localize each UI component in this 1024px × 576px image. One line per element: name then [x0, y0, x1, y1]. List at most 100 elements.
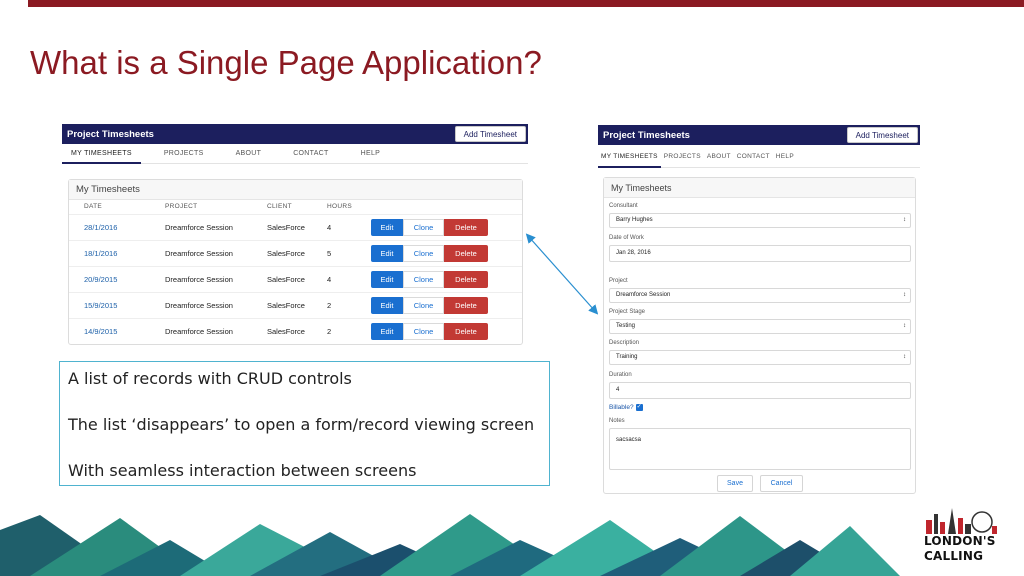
edit-button[interactable]: Edit — [371, 296, 403, 314]
consultant-label: Consultant — [609, 203, 638, 209]
duration-value: 4 — [616, 387, 620, 393]
edit-button[interactable]: Edit — [371, 270, 403, 288]
clone-button[interactable]: Clone — [403, 270, 444, 288]
row-actions: Edit Clone Delete — [356, 213, 522, 240]
row-hours: 5 — [312, 239, 356, 266]
form-card-title: My Timesheets — [604, 178, 915, 198]
description-value: Training — [616, 354, 638, 360]
logo-line-2: CALLING — [924, 549, 984, 563]
select-caret-icon: ↕ — [903, 217, 906, 223]
row-client: SalesForce — [252, 317, 312, 344]
logo-text: LONDON'S CALLING — [924, 534, 1000, 564]
column-header-hours: HOURS — [327, 203, 352, 211]
row-date[interactable]: 20/9/2015 — [69, 265, 150, 292]
row-actions: Edit Clone Delete — [356, 239, 522, 266]
tab-contact[interactable]: CONTACT — [270, 144, 337, 164]
delete-button[interactable]: Delete — [444, 270, 488, 288]
form-app-header: Project Timesheets Add Timesheet — [598, 125, 920, 145]
row-hours: 4 — [312, 265, 356, 292]
list-app-header: Project Timesheets Add Timesheet — [62, 124, 528, 144]
column-header-actions — [356, 200, 522, 214]
row-project: Dreamforce Session — [150, 239, 252, 266]
note-line-2: The list ‘disappears’ to open a form/rec… — [68, 415, 535, 434]
form-tab-help[interactable]: HELP — [773, 145, 797, 168]
delete-button[interactable]: Delete — [444, 322, 488, 340]
row-date[interactable]: 14/9/2015 — [69, 317, 150, 344]
form-app-nav: MY TIMESHEETS PROJECTS ABOUT CONTACT HEL… — [598, 145, 920, 168]
row-actions: Edit Clone Delete — [356, 291, 522, 318]
billable-checkbox-row[interactable]: Billable? ✓ — [609, 404, 643, 411]
project-value: Dreamforce Session — [616, 292, 671, 298]
row-actions: Edit Clone Delete — [356, 265, 522, 292]
date-of-work-field[interactable]: Jan 28, 2016 — [609, 245, 911, 262]
form-tab-contact[interactable]: CONTACT — [734, 145, 773, 168]
delete-button[interactable]: Delete — [444, 218, 488, 236]
edit-button[interactable]: Edit — [371, 322, 403, 340]
clone-button[interactable]: Clone — [403, 296, 444, 314]
list-app-title: Project Timesheets — [67, 128, 154, 140]
row-date[interactable]: 15/9/2015 — [69, 291, 150, 318]
delete-button[interactable]: Delete — [444, 244, 488, 262]
project-stage-select[interactable]: Testing ↕ — [609, 319, 911, 334]
select-caret-icon: ↕ — [903, 323, 906, 329]
checkmark-icon[interactable]: ✓ — [635, 404, 643, 411]
duration-field[interactable]: 4 — [609, 382, 911, 399]
row-date[interactable]: 28/1/2016 — [69, 213, 150, 240]
form-app: Project Timesheets Add Timesheet MY TIME… — [598, 125, 920, 495]
row-client: SalesForce — [252, 265, 312, 292]
table-row: 20/9/2015 Dreamforce Session SalesForce 4 Ed… — [69, 265, 522, 292]
row-hours: 2 — [312, 291, 356, 318]
clone-button[interactable]: Clone — [403, 322, 444, 340]
row-client: SalesForce — [252, 213, 312, 240]
project-stage-label: Project Stage — [609, 309, 646, 315]
column-header-project: PROJECT — [165, 203, 198, 211]
edit-button[interactable]: Edit — [371, 218, 403, 236]
project-select[interactable]: Dreamforce Session ↕ — [609, 288, 911, 303]
row-client: SalesForce — [252, 291, 312, 318]
table-header-row: DATE PROJECT CLIENT HOURS — [69, 200, 522, 214]
add-timesheet-button[interactable]: Add Timesheet — [454, 126, 526, 142]
save-button[interactable]: Save — [717, 475, 753, 492]
consultant-select[interactable]: Barry Hughes ↕ — [609, 213, 911, 228]
row-date[interactable]: 18/1/2016 — [69, 239, 150, 266]
logo-line-1: LONDON'S — [924, 534, 996, 548]
column-header-date: DATE — [84, 203, 103, 211]
clone-button[interactable]: Clone — [403, 244, 444, 262]
form-add-timesheet-button[interactable]: Add Timesheet — [846, 127, 918, 143]
select-caret-icon: ↕ — [903, 354, 906, 360]
description-select[interactable]: Training ↕ — [609, 350, 911, 365]
row-project: Dreamforce Session — [150, 265, 252, 292]
tab-about[interactable]: ABOUT — [213, 144, 271, 164]
notes-textarea[interactable]: sacsacsa — [609, 428, 911, 470]
project-stage-value: Testing — [616, 323, 636, 329]
list-app-nav: MY TIMESHEETS PROJECTS ABOUT CONTACT HEL… — [62, 144, 528, 164]
project-label: Project — [609, 278, 628, 284]
description-label: Description — [609, 340, 640, 346]
consultant-value: Barry Hughes — [616, 217, 653, 223]
tab-my-timesheets[interactable]: MY TIMESHEETS — [62, 144, 141, 164]
cancel-button[interactable]: Cancel — [760, 475, 803, 492]
top-accent-bar — [28, 0, 1024, 7]
table-row: 18/1/2016 Dreamforce Session SalesForce 5 Ed… — [69, 239, 522, 266]
row-client: SalesForce — [252, 239, 312, 266]
notes-box: A list of records with CRUD controls The… — [59, 361, 550, 486]
row-project: Dreamforce Session — [150, 291, 252, 318]
notes-label: Notes — [609, 418, 625, 424]
duration-label: Duration — [609, 372, 632, 378]
form-tab-projects[interactable]: PROJECTS — [661, 145, 704, 168]
date-of-work-value: Jan 28, 2016 — [616, 250, 651, 256]
clone-button[interactable]: Clone — [403, 218, 444, 236]
row-hours: 2 — [312, 317, 356, 344]
form-tab-my-timesheets[interactable]: MY TIMESHEETS — [598, 145, 661, 168]
table-row: 15/9/2015 Dreamforce Session SalesForce 2 Ed… — [69, 291, 522, 318]
timesheet-form: My Timesheets Consultant Barry Hughes ↕ … — [603, 177, 916, 494]
card-title: My Timesheets — [69, 180, 522, 200]
form-tab-about[interactable]: ABOUT — [704, 145, 734, 168]
tab-help[interactable]: HELP — [338, 144, 390, 164]
row-actions: Edit Clone Delete — [356, 317, 522, 344]
notes-value: sacsacsa — [616, 437, 642, 443]
slide-title: What is a Single Page Application? — [30, 44, 542, 81]
edit-button[interactable]: Edit — [371, 244, 403, 262]
delete-button[interactable]: Delete — [444, 296, 488, 314]
tab-projects[interactable]: PROJECTS — [141, 144, 213, 164]
